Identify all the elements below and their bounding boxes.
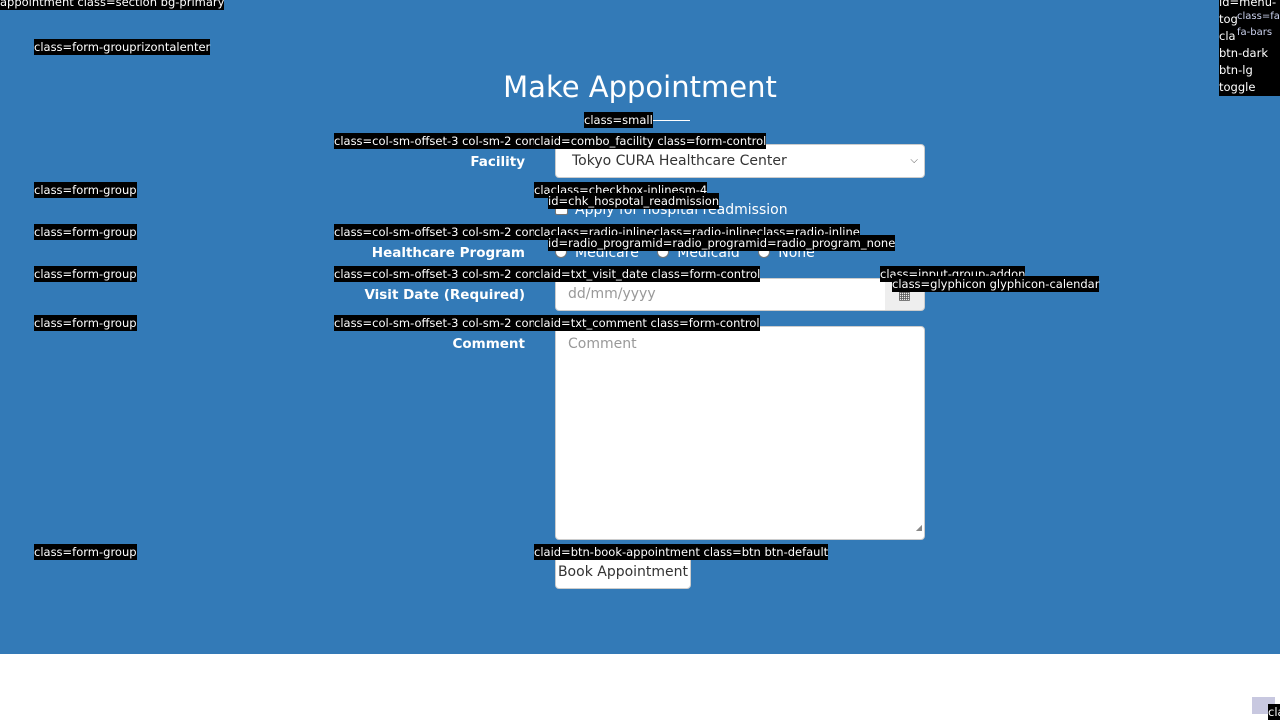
debug-label-book-button: claid=btn-book-appointment class=btn btn… xyxy=(534,544,829,560)
debug-label-fa-bars: fa-bars xyxy=(1237,27,1273,38)
debug-label-fa: class=fa xyxy=(1237,11,1280,22)
debug-label-form-group-1: class=form-group xyxy=(34,182,137,198)
page-title: Make Appointment xyxy=(503,70,777,104)
debug-label-form-group-4: class=form-group xyxy=(34,315,137,331)
book-appointment-button[interactable]: Book Appointment xyxy=(555,556,691,589)
comment-label: Comment xyxy=(452,336,525,352)
chevron-down-icon: ⌵ xyxy=(910,155,918,166)
healthcare-program-label: Healthcare Program xyxy=(371,245,525,261)
debug-label-section: appointment class=section bg-primary xyxy=(0,0,225,10)
visit-date-input[interactable]: dd/mm/yyyy xyxy=(555,278,886,311)
debug-label-form-group-5: class=form-group xyxy=(34,544,137,560)
comment-textarea[interactable]: Comment ◢ xyxy=(555,326,925,540)
debug-label-visit-input: claid=txt_visit_date class=form-control xyxy=(534,266,761,282)
debug-label-chk-id: id=chk_hospotal_readmission xyxy=(548,193,720,209)
comment-placeholder: Comment xyxy=(568,336,637,352)
debug-label-comment-input: claid=txt_comment class=form-control xyxy=(534,315,760,331)
debug-label-glyph: class=glyphicon glyphicon-calendar xyxy=(892,276,1100,292)
resize-grip-icon[interactable]: ◢ xyxy=(916,519,922,537)
debug-label-form-group-horizontal: class=form-grouprizontalenter xyxy=(34,39,211,55)
facility-select[interactable]: Tokyo CURA Healthcare Center ⌵ xyxy=(555,144,925,178)
debug-label-facility-combo: claid=combo_facility class=form-control xyxy=(534,133,767,149)
facility-label: Facility xyxy=(470,154,525,170)
debug-label-form-group-2: class=form-group xyxy=(34,224,137,240)
debug-label-radio-ids: id=radio_programid=radio_programid=radio… xyxy=(548,235,896,251)
visit-date-label: Visit Date (Required) xyxy=(364,287,525,303)
debug-label-form-group-3: class=form-group xyxy=(34,266,137,282)
debug-label-small: class=small xyxy=(584,112,653,128)
facility-selected-value: Tokyo CURA Healthcare Center xyxy=(572,153,787,169)
debug-label-corner: cla xyxy=(1268,704,1280,720)
